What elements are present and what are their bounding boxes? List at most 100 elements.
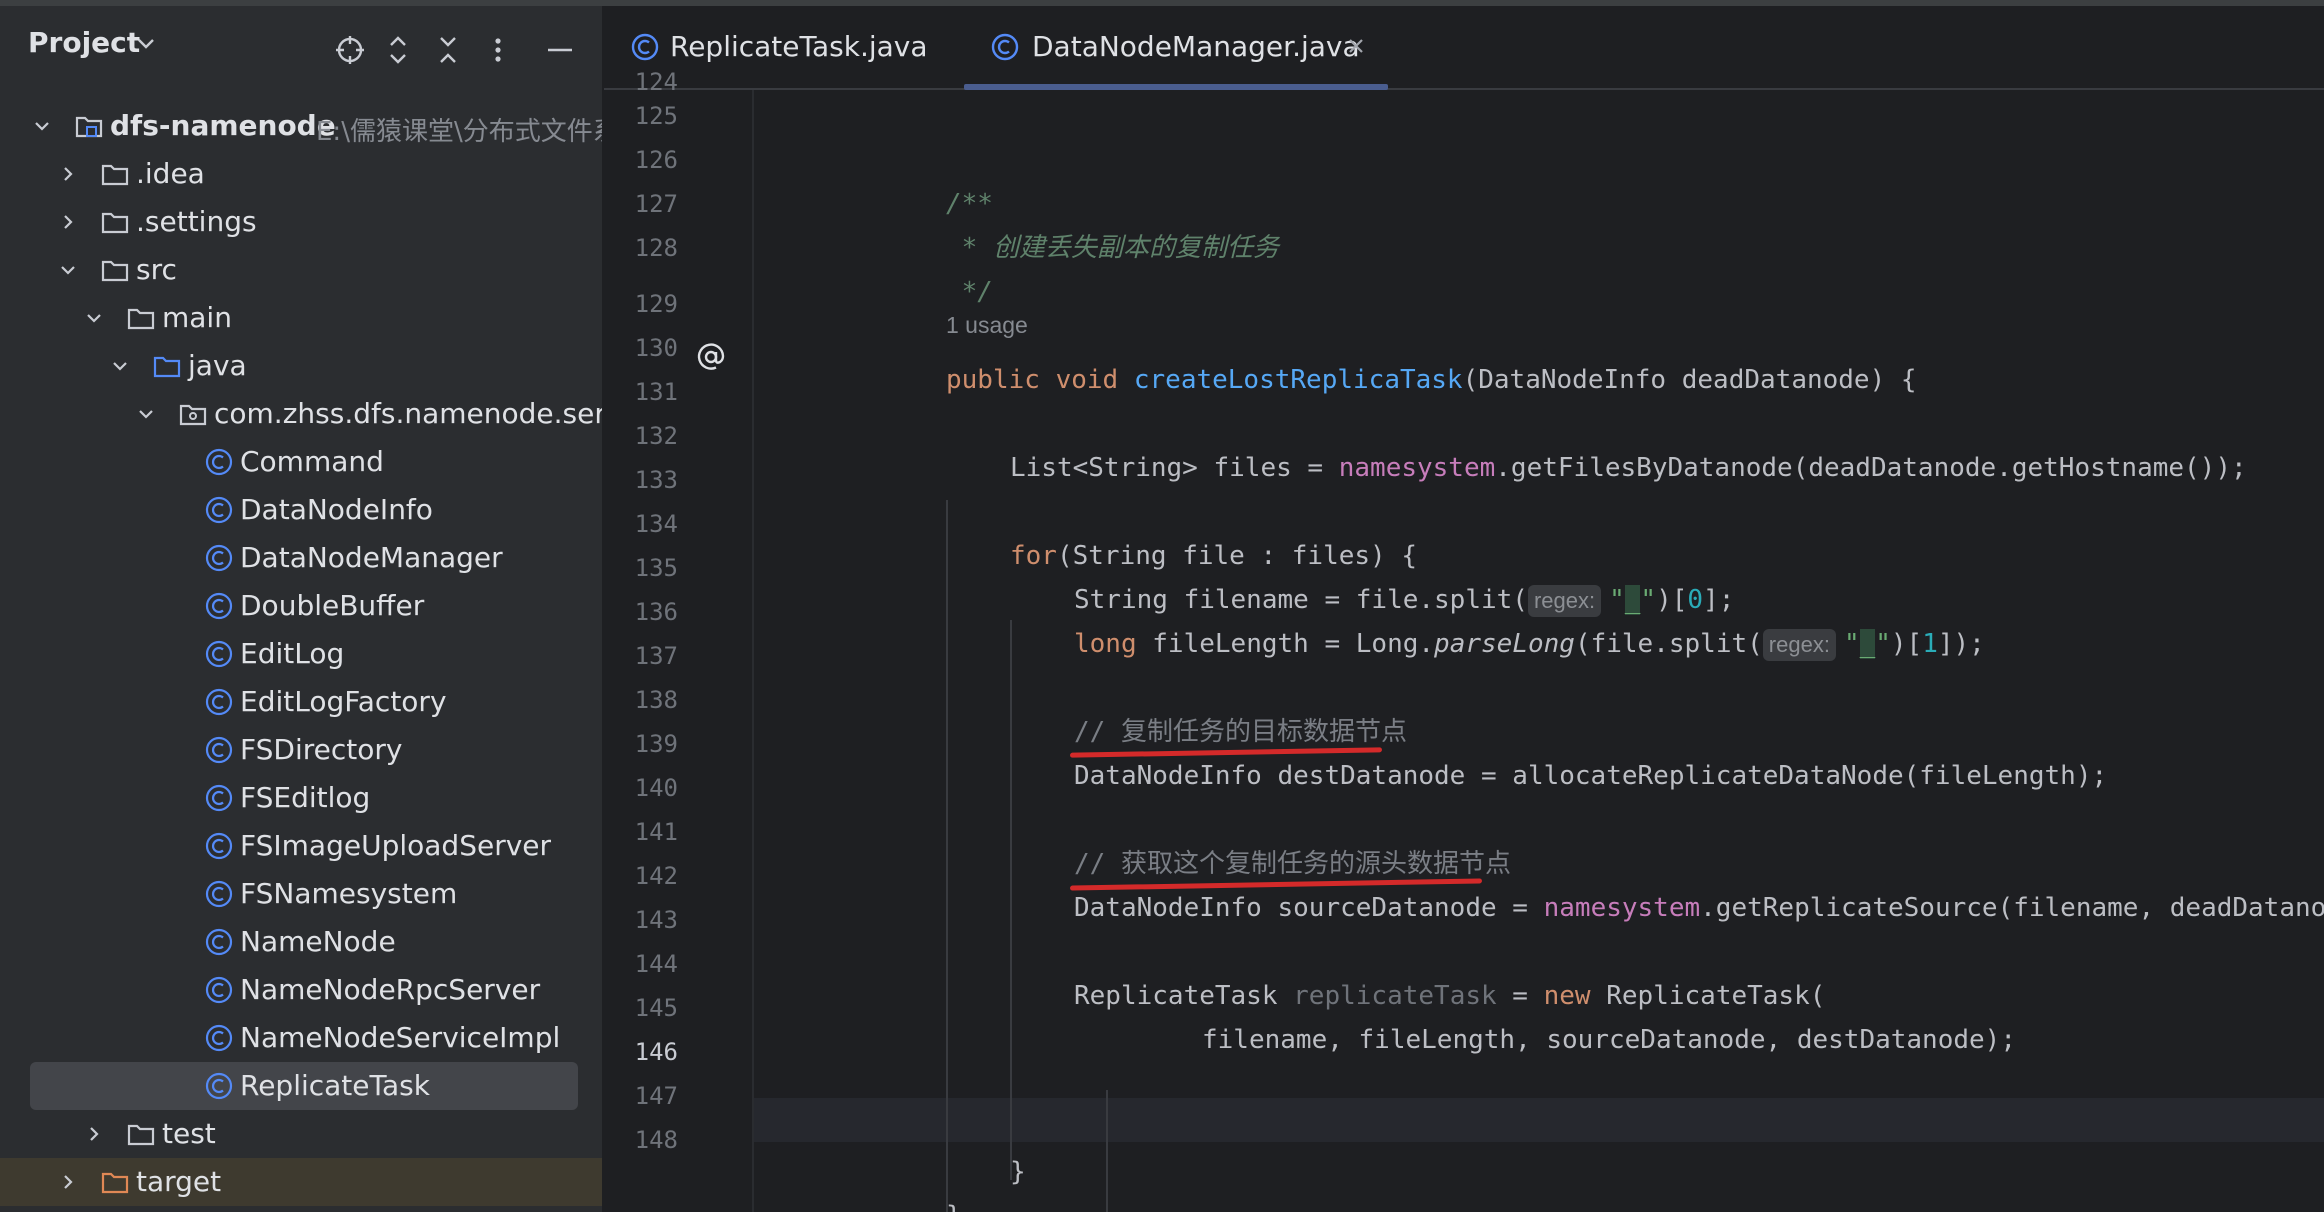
- code-line-129: public void createLostReplicaTask(DataNo…: [946, 365, 1917, 395]
- line-number-gutter[interactable]: 124 125 126 127 128 129 130 131 132 133 134 135 136 1…: [604, 68, 752, 1212]
- tree-item-main[interactable]: main: [0, 294, 602, 342]
- chevron-down-icon[interactable]: [136, 36, 156, 50]
- line-number: 148: [634, 1126, 678, 1154]
- comment-text: 获取这个复制任务的源头数据节点: [1120, 849, 1511, 879]
- tree-item-datanodeinfo[interactable]: DataNodeInfo: [0, 486, 602, 534]
- tree-item-dfs-namenode[interactable]: dfs-namenode E:\儒猿课堂\分布式文件系: [0, 102, 602, 150]
- class-icon: [204, 927, 234, 957]
- code-line-126: /**: [946, 189, 993, 219]
- line-number: 145: [634, 994, 678, 1022]
- chevron-right-icon[interactable]: [56, 210, 80, 234]
- chevron-down-icon[interactable]: [108, 354, 132, 378]
- expand-collapse-icon[interactable]: [380, 32, 416, 68]
- chevron-down-icon[interactable]: [56, 258, 80, 282]
- tree-item-java[interactable]: java: [0, 342, 602, 390]
- tree-item-label: .idea: [136, 157, 205, 190]
- method-name: createLostReplicaTask: [1133, 365, 1463, 395]
- project-view-selector[interactable]: Project: [28, 26, 140, 59]
- more-icon[interactable]: [480, 32, 516, 68]
- class-icon: [204, 735, 234, 765]
- line-number: 142: [634, 862, 678, 890]
- tab-datanodemanager-java[interactable]: DataNodeManager.java: [964, 6, 1388, 90]
- code-area[interactable]: /** * 创建丢失副本的复制任务 */ 1 usage public void…: [754, 90, 2324, 1212]
- tree-item-fsdirectory[interactable]: FSDirectory: [0, 726, 602, 774]
- tree-item-replicatetask[interactable]: ReplicateTask: [0, 1062, 602, 1110]
- class-icon: [204, 591, 234, 621]
- usages-hint[interactable]: 1 usage: [946, 312, 1028, 339]
- tree-item-doublebuffer[interactable]: DoubleBuffer: [0, 582, 602, 630]
- tree-item-com-zhss-dfs-namenode-ser[interactable]: com.zhss.dfs.namenode.ser: [0, 390, 602, 438]
- tree-item-namenodeserviceimpl[interactable]: NameNodeServiceImpl: [0, 1014, 602, 1062]
- hide-icon[interactable]: [542, 32, 578, 68]
- tree-item-target[interactable]: target: [0, 1158, 602, 1206]
- line-number: 126: [634, 146, 678, 174]
- tree-item-label: NameNodeRpcServer: [240, 973, 541, 1006]
- collapse-all-icon[interactable]: [430, 32, 466, 68]
- code-line-147: }: [1010, 1157, 1026, 1187]
- tree-item-settings[interactable]: .settings: [0, 198, 602, 246]
- class-icon: [204, 831, 234, 861]
- tree-item-fsnamesystem[interactable]: FSNamesystem: [0, 870, 602, 918]
- code-line-144: filename, fileLength, sourceDatanode, de…: [1202, 1025, 2016, 1055]
- line-number: 137: [634, 642, 678, 670]
- code-line-135: long fileLength = Long.parseLong(file.sp…: [1074, 628, 1985, 661]
- tree-item-command[interactable]: Command: [0, 438, 602, 486]
- line-number: 127: [634, 190, 678, 218]
- line-number: 139: [634, 730, 678, 758]
- tree-item-namenode[interactable]: NameNode: [0, 918, 602, 966]
- tree-item-label: main: [162, 301, 232, 334]
- tree-item-fsimageuploadserver[interactable]: FSImageUploadServer: [0, 822, 602, 870]
- tree-item-fseditlog[interactable]: FSEditlog: [0, 774, 602, 822]
- tree-item-src[interactable]: src: [0, 246, 602, 294]
- line-number: 144: [634, 950, 678, 978]
- line-number: 128: [634, 234, 678, 262]
- chevron-down-icon[interactable]: [82, 306, 106, 330]
- line-number: 143: [634, 906, 678, 934]
- line-number: 133: [634, 466, 678, 494]
- tree-item-idea[interactable]: .idea: [0, 150, 602, 198]
- chevron-down-icon[interactable]: [30, 114, 54, 138]
- tree-item-datanodemanager[interactable]: DataNodeManager: [0, 534, 602, 582]
- class-icon: [204, 447, 234, 477]
- class-icon: [630, 32, 660, 62]
- tree-item-label: target: [136, 1165, 222, 1198]
- overrides-annotation-icon[interactable]: [694, 340, 728, 374]
- folder-icon: [126, 1119, 156, 1149]
- class-icon: [204, 783, 234, 813]
- line-number: 134: [634, 510, 678, 538]
- indent-guide: [946, 500, 948, 1212]
- tree-item-label: FSDirectory: [240, 733, 403, 766]
- tree-item-label: EditLogFactory: [240, 685, 447, 718]
- tree-item-editlogfactory[interactable]: EditLogFactory: [0, 678, 602, 726]
- tree-item-label: EditLog: [240, 637, 345, 670]
- editor-tab-bar: ReplicateTask.java DataNodeManager.java: [604, 6, 2324, 90]
- parameter-hint: regex:: [1527, 584, 1602, 617]
- class-icon: [204, 687, 234, 717]
- chevron-right-icon[interactable]: [56, 1170, 80, 1194]
- editor-area: ReplicateTask.java DataNodeManager.java …: [604, 6, 2324, 1212]
- chevron-right-icon[interactable]: [82, 1122, 106, 1146]
- code-line-131: List<String> files = namesystem.getFiles…: [1010, 453, 2247, 483]
- chevron-right-icon[interactable]: [56, 162, 80, 186]
- close-icon[interactable]: [1342, 32, 1370, 60]
- tree-item-editlog[interactable]: EditLog: [0, 630, 602, 678]
- class-icon: [204, 639, 234, 669]
- code-line-141: DataNodeInfo sourceDatanode = namesystem…: [1074, 893, 2324, 923]
- tree-item-label: java: [188, 349, 247, 382]
- line-number: 136: [634, 598, 678, 626]
- tree-item-label: FSImageUploadServer: [240, 829, 552, 862]
- line-number: 130: [634, 334, 678, 362]
- tree-item-test[interactable]: test: [0, 1110, 602, 1158]
- class-icon: [204, 495, 234, 525]
- folder-icon: [100, 207, 130, 237]
- locate-icon[interactable]: [332, 32, 368, 68]
- class-icon: [204, 1023, 234, 1053]
- code-line-127: * 创建丢失副本的复制任务: [946, 233, 1279, 263]
- tree-item-label: NameNodeServiceImpl: [240, 1021, 561, 1054]
- line-number: 129: [634, 290, 678, 318]
- tree-item-namenoderpcserver[interactable]: NameNodeRpcServer: [0, 966, 602, 1014]
- chevron-down-icon[interactable]: [134, 402, 158, 426]
- code-line-148: }: [946, 1194, 962, 1212]
- code-line-143: ReplicateTask replicateTask = new Replic…: [1074, 981, 1826, 1011]
- tab-label: DataNodeManager.java: [1032, 30, 1360, 63]
